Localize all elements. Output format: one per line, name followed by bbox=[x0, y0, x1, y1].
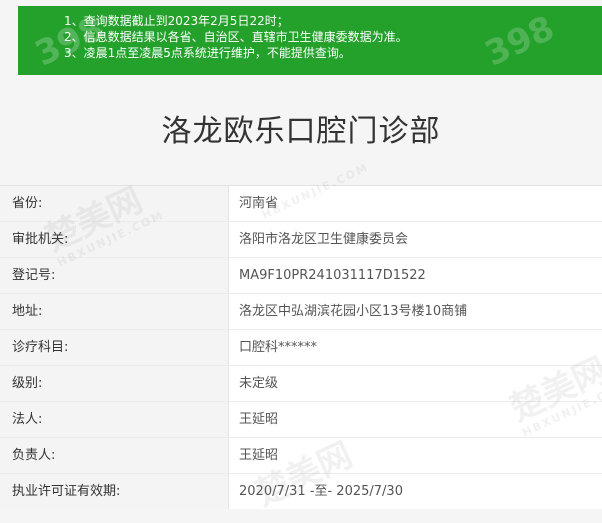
row-value: 2020/7/31 -至- 2025/7/30 bbox=[228, 474, 602, 509]
table-row-level: 级别: 未定级 bbox=[0, 365, 602, 401]
table-row-address: 地址: 洛龙区中弘湖滨花园小区13号楼10商铺 bbox=[0, 293, 602, 329]
row-label: 执业许可证有效期: bbox=[0, 474, 228, 509]
table-row-registration: 登记号: MA9F10PR241031117D1522 bbox=[0, 257, 602, 293]
table-row-person-in-charge: 负责人: 王延昭 bbox=[0, 437, 602, 473]
row-value: 未定级 bbox=[228, 366, 602, 401]
row-label: 登记号: bbox=[0, 258, 228, 293]
row-value: 洛龙区中弘湖滨花园小区13号楼10商铺 bbox=[228, 294, 602, 329]
notice-line-2: 2、信息数据结果以各省、自治区、直辖市卫生健康委数据为准。 bbox=[64, 30, 408, 44]
notice-banner: 1、查询数据截止到2023年2月5日22时； 2、信息数据结果以各省、自治区、直… bbox=[18, 6, 602, 75]
table-row-province: 省份: 河南省 bbox=[0, 185, 602, 221]
table-row-authority: 审批机关: 洛阳市洛龙区卫生健康委员会 bbox=[0, 221, 602, 257]
row-label: 负责人: bbox=[0, 438, 228, 473]
table-row-legal-person: 法人: 王延昭 bbox=[0, 401, 602, 437]
row-label: 地址: bbox=[0, 294, 228, 329]
row-label: 省份: bbox=[0, 186, 228, 221]
table-row-departments: 诊疗科目: 口腔科****** bbox=[0, 329, 602, 365]
row-value: 洛阳市洛龙区卫生健康委员会 bbox=[228, 222, 602, 257]
row-value: 口腔科****** bbox=[228, 330, 602, 365]
row-value: 王延昭 bbox=[228, 438, 602, 473]
page-title: 洛龙欧乐口腔门诊部 bbox=[161, 114, 441, 149]
row-label: 诊疗科目: bbox=[0, 330, 228, 365]
notice-line-1: 1、查询数据截止到2023年2月5日22时； bbox=[64, 14, 289, 28]
info-table: 省份: 河南省 审批机关: 洛阳市洛龙区卫生健康委员会 登记号: MA9F10P… bbox=[0, 185, 602, 509]
row-value: 王延昭 bbox=[228, 402, 602, 437]
row-label: 级别: bbox=[0, 366, 228, 401]
row-label: 法人: bbox=[0, 402, 228, 437]
notice-line-3: 3、凌晨1点至凌晨5点系统进行维护，不能提供查询。 bbox=[64, 46, 351, 60]
row-label: 审批机关: bbox=[0, 222, 228, 257]
row-value: MA9F10PR241031117D1522 bbox=[228, 258, 602, 293]
table-row-license-validity: 执业许可证有效期: 2020/7/31 -至- 2025/7/30 bbox=[0, 473, 602, 509]
row-value: 河南省 bbox=[228, 186, 602, 221]
